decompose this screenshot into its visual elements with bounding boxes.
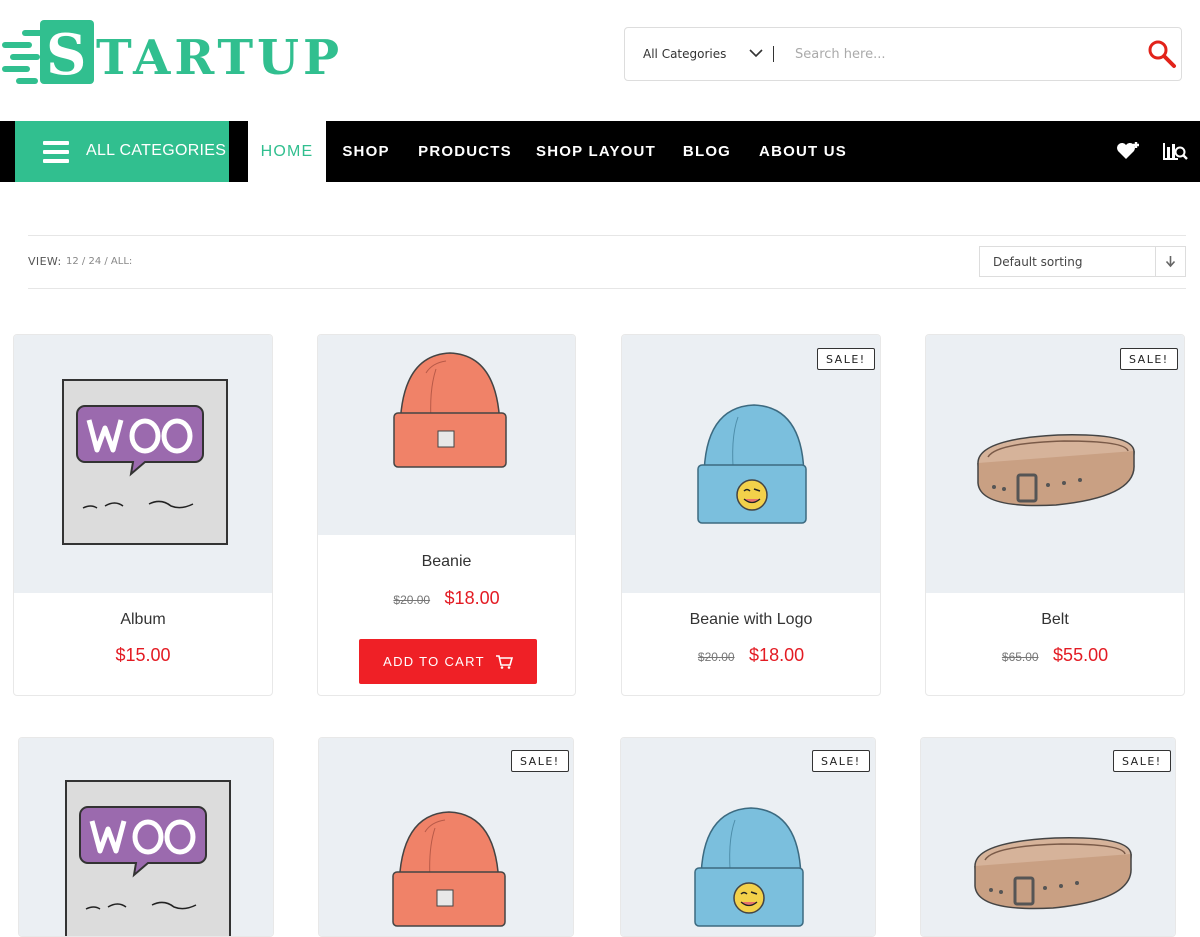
product-image[interactable]: SALE! bbox=[319, 738, 573, 936]
chevron-down-icon[interactable] bbox=[749, 48, 763, 58]
current-price: $15.00 bbox=[115, 645, 171, 665]
logo-letter-s: S bbox=[46, 22, 86, 88]
product-image[interactable] bbox=[19, 738, 273, 937]
all-categories-button[interactable]: ALL CATEGORIES bbox=[15, 121, 229, 182]
product-title[interactable]: Beanie bbox=[318, 553, 575, 571]
product-title[interactable]: Beanie with Logo bbox=[622, 611, 880, 629]
search-icon[interactable] bbox=[1147, 39, 1177, 69]
product-card[interactable] bbox=[18, 737, 274, 937]
nav-shop-layout[interactable]: SHOP LAYOUT bbox=[532, 121, 660, 182]
product-title[interactable]: Belt bbox=[926, 611, 1184, 629]
belt-image bbox=[973, 836, 1133, 911]
main-navbar: ALL CATEGORIES HOME SHOP PRODUCTS SHOP L… bbox=[0, 121, 1200, 182]
startup-logo[interactable]: S TARTUP bbox=[0, 14, 350, 94]
price: $20.00 $18.00 bbox=[622, 645, 880, 666]
sale-badge: SALE! bbox=[1120, 348, 1178, 370]
cart-icon bbox=[495, 654, 513, 669]
price: $15.00 bbox=[14, 645, 272, 666]
wishlist-icon[interactable] bbox=[1115, 139, 1141, 163]
product-image[interactable]: SALE! bbox=[921, 738, 1175, 936]
nav-products[interactable]: PRODUCTS bbox=[414, 121, 516, 182]
current-price: $55.00 bbox=[1053, 645, 1109, 665]
price: $65.00 $55.00 bbox=[926, 645, 1184, 666]
divider bbox=[773, 46, 774, 62]
product-card[interactable]: SALE! bbox=[620, 737, 876, 937]
beanie-logo-image bbox=[694, 807, 804, 927]
belt-image bbox=[976, 433, 1136, 508]
product-image[interactable] bbox=[14, 335, 272, 593]
sort-toggle[interactable] bbox=[1155, 247, 1185, 276]
beanie-image bbox=[393, 352, 507, 468]
sale-badge: SALE! bbox=[817, 348, 875, 370]
price: $20.00 $18.00 bbox=[318, 588, 575, 609]
search-bar: All Categories bbox=[624, 27, 1182, 81]
product-card[interactable]: SALE! bbox=[920, 737, 1176, 937]
compare-icon[interactable] bbox=[1162, 139, 1188, 163]
sale-badge: SALE! bbox=[1113, 750, 1171, 772]
shop-toolbar: VIEW: 12 / 24 / ALL: Default sorting bbox=[28, 235, 1186, 289]
sort-select-label: Default sorting bbox=[993, 255, 1083, 269]
product-title[interactable]: Album bbox=[14, 611, 272, 629]
beanie-logo-image bbox=[697, 404, 807, 524]
product-image[interactable]: SALE! bbox=[622, 335, 880, 593]
current-price: $18.00 bbox=[444, 588, 500, 608]
product-card[interactable]: Beanie $20.00 $18.00 ADD TO CART bbox=[317, 334, 576, 696]
old-price: $65.00 bbox=[1001, 650, 1039, 664]
site-header: S TARTUP All Categories bbox=[0, 0, 1200, 121]
hamburger-menu-icon bbox=[43, 141, 69, 163]
arrow-down-icon bbox=[1165, 256, 1176, 268]
nav-about-us[interactable]: ABOUT US bbox=[754, 121, 852, 182]
nav-home[interactable]: HOME bbox=[248, 121, 326, 182]
product-card[interactable]: SALE! Belt $65.00 $55.00 bbox=[925, 334, 1185, 696]
sort-select[interactable]: Default sorting bbox=[979, 246, 1186, 277]
album-image bbox=[62, 379, 228, 545]
product-image[interactable]: SALE! bbox=[621, 738, 875, 936]
product-image[interactable]: SALE! bbox=[926, 335, 1184, 593]
product-card[interactable]: Album $15.00 bbox=[13, 334, 273, 696]
beanie-image bbox=[392, 811, 506, 927]
sale-badge: SALE! bbox=[812, 750, 870, 772]
nav-blog[interactable]: BLOG bbox=[677, 121, 737, 182]
product-image[interactable] bbox=[318, 335, 575, 535]
old-price: $20.00 bbox=[393, 593, 431, 607]
nav-shop[interactable]: SHOP bbox=[335, 121, 397, 182]
album-image bbox=[65, 780, 231, 937]
current-price: $18.00 bbox=[749, 645, 805, 665]
old-price: $20.00 bbox=[697, 650, 735, 664]
product-card[interactable]: SALE! Beanie with Logo $20.00 $18.00 bbox=[621, 334, 881, 696]
category-select-label: All Categories bbox=[643, 47, 727, 61]
svg-text:TARTUP: TARTUP bbox=[96, 30, 343, 86]
all-categories-label: ALL CATEGORIES bbox=[86, 142, 227, 159]
view-label: VIEW: bbox=[28, 255, 62, 268]
view-options[interactable]: 12 / 24 / ALL: bbox=[66, 256, 132, 267]
product-card[interactable]: SALE! bbox=[318, 737, 574, 937]
add-to-cart-label: ADD TO CART bbox=[383, 654, 485, 669]
add-to-cart-button[interactable]: ADD TO CART bbox=[359, 639, 537, 684]
sale-badge: SALE! bbox=[511, 750, 569, 772]
search-input[interactable] bbox=[795, 42, 1125, 66]
